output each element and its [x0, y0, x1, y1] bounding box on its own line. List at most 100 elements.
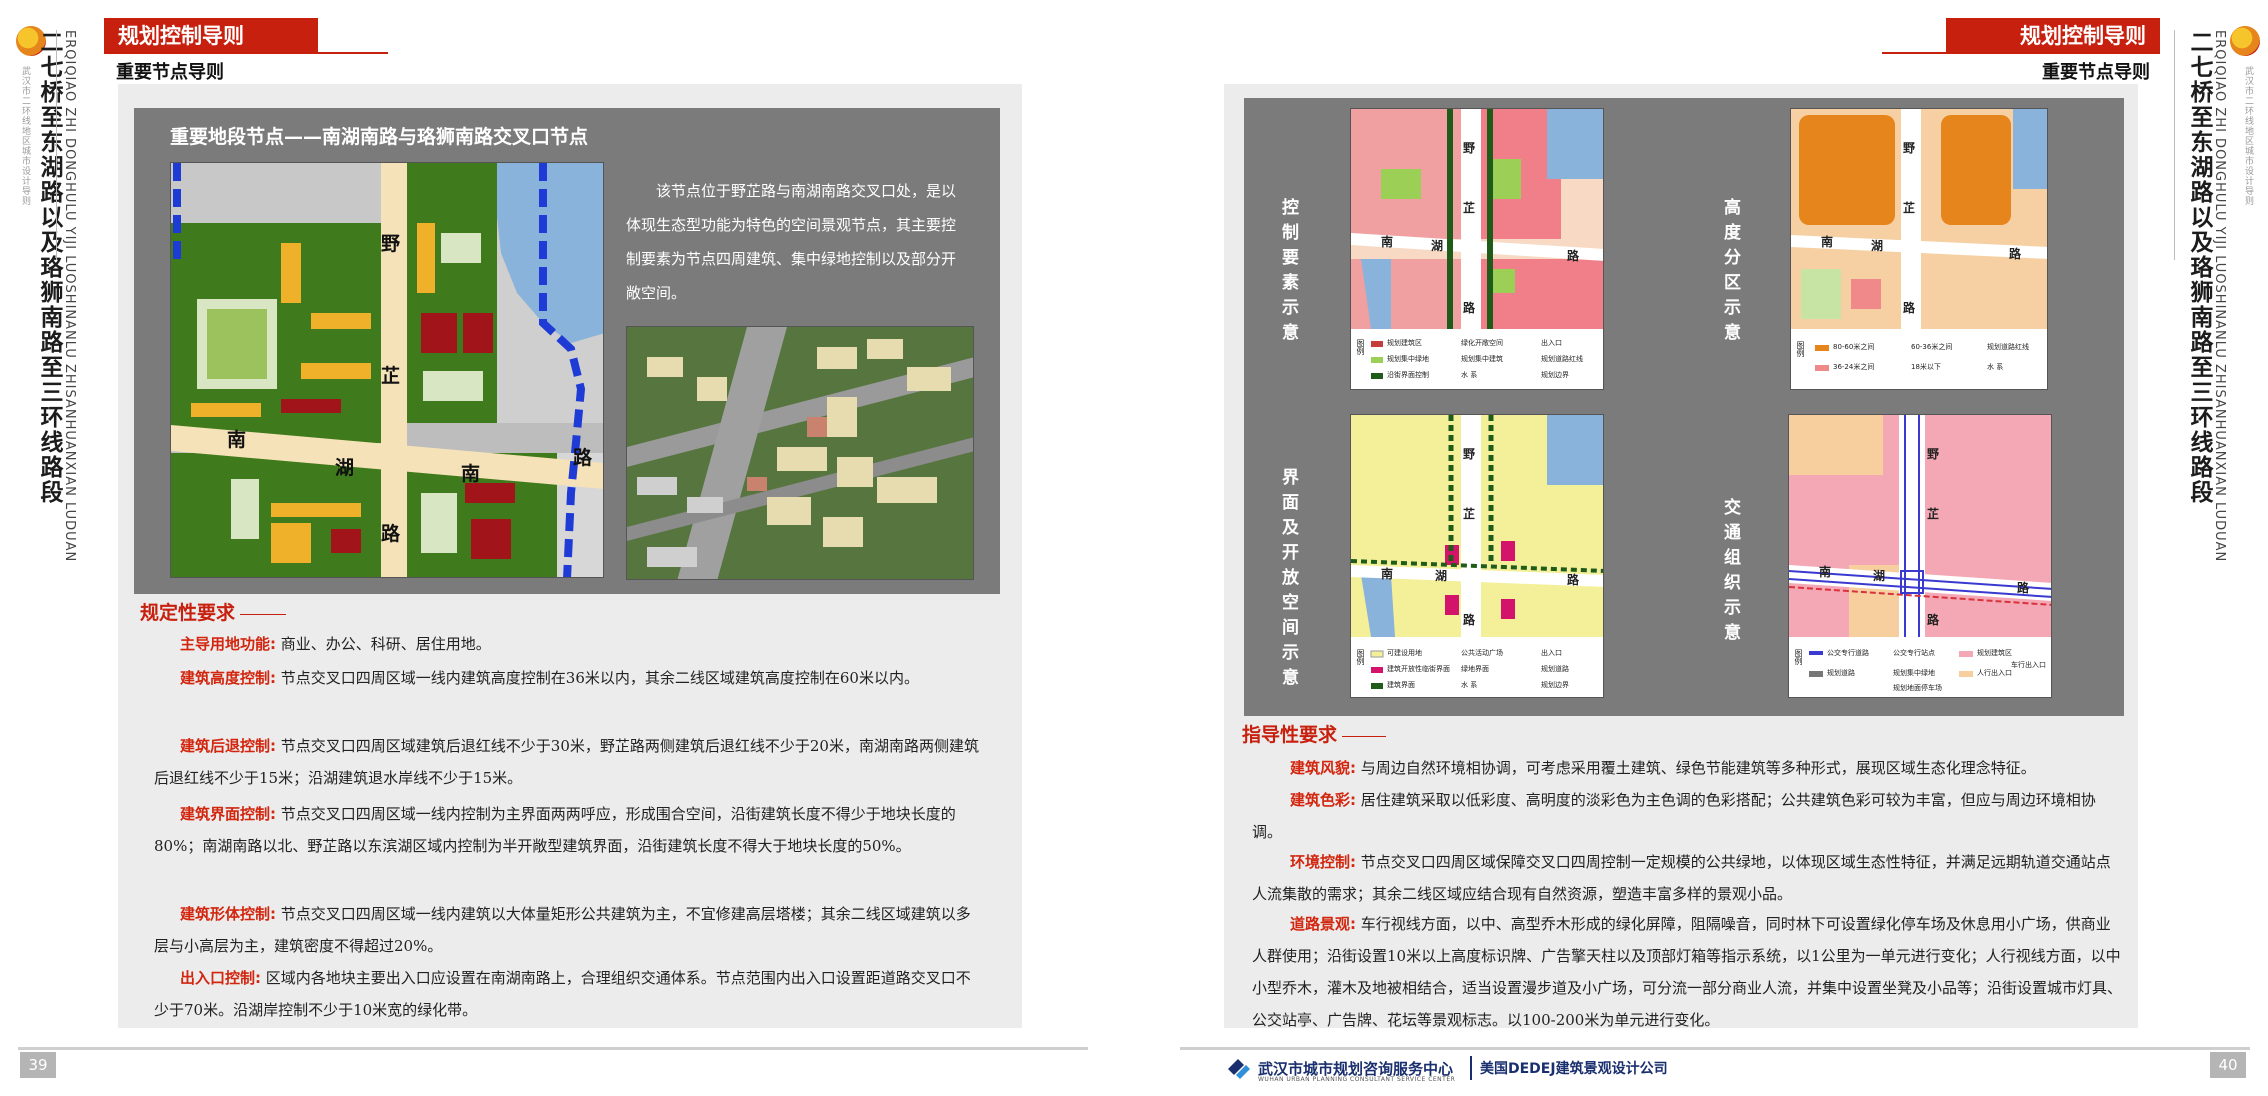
spine-english: ERQIQIAO ZHI DONGHULU YIJI LUOSHINANLU Z… — [2212, 30, 2227, 563]
diagram-label: 高度分区示意 — [1720, 198, 1740, 348]
legend-item: 规划道路红线 — [1541, 355, 1583, 363]
legend-item: 建筑界面 — [1387, 681, 1415, 689]
node-panel: 重要地段节点——南湖南路与珞狮南路交叉口节点 野 芷 路 南 湖 南 路 该节点… — [134, 108, 1000, 594]
header-bar: 规划控制导则 — [1946, 18, 2160, 54]
map-road-lu1: 路 — [381, 523, 401, 545]
section-underline — [1342, 736, 1386, 737]
map-road-zhi: 芷 — [381, 365, 401, 387]
req-text: 节点交叉口四周区域一线内建筑以大体量矩形公共建筑为主，不宜修建高层塔楼；其余二线… — [154, 905, 971, 955]
map-road-label: 芷 — [1927, 507, 1940, 521]
page-number: 40 — [2210, 1052, 2246, 1078]
map-road-label: 湖 — [1431, 239, 1444, 253]
legend-item: 规划道路 — [1541, 665, 1569, 673]
node-description: 该节点位于野芷路与南湖南路交叉口处，是以体现生态型功能为特色的空间景观节点，其主… — [626, 182, 957, 302]
map-road-hu: 湖 — [335, 457, 355, 479]
legend-item: 规划道路 — [1827, 669, 1855, 677]
req-text: 节点交叉口四周区域一线内建筑高度控制在36米以内，其余二线区域建筑高度控制在60… — [280, 669, 919, 687]
footer-org-primary-en: WUHAN URBAN PLANNING CONSULTANT SERVICE … — [1258, 1076, 1456, 1083]
footer-separator — [1470, 1056, 1472, 1080]
legend-item: 可建设用地 — [1387, 649, 1422, 657]
diagram-control-elements: 图例 规划建筑区 绿化开敞空间 出入口 规划集中绿地 规划集中建筑 规划道路红线… — [1350, 108, 1604, 390]
map-road-label: 芷 — [1463, 507, 1476, 521]
map-road-label: 湖 — [1873, 569, 1886, 583]
legend-item: 规划集中建筑 — [1461, 355, 1503, 363]
legend-item: 沿街界面控制 — [1387, 371, 1429, 379]
map-road-label: 湖 — [1871, 239, 1884, 253]
req-label: 建筑后退控制: — [180, 737, 276, 755]
req-label: 建筑风貌: — [1290, 759, 1356, 777]
diagram-traffic-organization: 图例 公交专行道路 公交专行站点 规划建筑区 车行出入口 规划道路 规划集中绿地… — [1788, 414, 2052, 698]
map-road-label: 南 — [1381, 235, 1394, 249]
req-label: 建筑高度控制: — [180, 669, 276, 687]
legend-item: 18米以下 — [1911, 363, 1941, 371]
map-road-label: 野 — [1927, 447, 1940, 461]
map-road-label: 野 — [1463, 141, 1476, 155]
req-label: 建筑色彩: — [1290, 791, 1356, 809]
legend-item: 80-60米之间 — [1833, 343, 1875, 351]
req-label: 主导用地功能: — [180, 635, 276, 653]
req-access: 出入口控制: 区域内各地块主要出入口应设置在南湖南路上，合理组织交通体系。节点范… — [154, 962, 982, 1026]
footer-rule — [1180, 1047, 2250, 1050]
req-text: 节点交叉口四周区域建筑后退红线不少于30米，野芷路两侧建筑后退红线不少于20米，… — [154, 737, 979, 787]
req-text: 商业、办公、科研、居住用地。 — [280, 635, 491, 653]
diagram-height-zones: 图例 80-60米之间 60-36米之间 规划道路红线 36-24米之间 18米… — [1790, 108, 2048, 390]
legend-item: 规划集中绿地 — [1893, 669, 1935, 677]
map-road-label: 路 — [1927, 613, 1940, 627]
spine-divider — [56, 30, 57, 260]
legend-item: 规划地面停车场 — [1893, 684, 1942, 692]
aerial-render-svg — [627, 327, 973, 579]
diagram-legend-title: 图例 — [1796, 341, 1805, 357]
guide-style: 建筑风貌: 与周边自然环境相协调，可考虑采用覆土建筑、绿色节能建筑等多种形式，展… — [1252, 752, 2124, 784]
map-road-nan1: 南 — [227, 429, 247, 451]
header-line — [318, 52, 388, 54]
right-spine: 二七桥至东湖路以及珞狮南路至三环线路段 ERQIQIAO ZHI DONGHUL… — [2184, 26, 2260, 586]
map-road-label: 路 — [1567, 249, 1580, 263]
spine-english: ERQIQIAO ZHI DONGHULU YIJI LUOSHINANLU Z… — [62, 30, 77, 563]
legend-item: 人行出入口 — [1977, 669, 2012, 677]
header-subtitle: 重要节点导则 — [2042, 62, 2150, 83]
req-label: 建筑界面控制: — [180, 805, 276, 823]
req-height: 建筑高度控制: 节点交叉口四周区域一线内建筑高度控制在36米以内，其余二线区域建… — [154, 662, 982, 694]
req-form: 建筑形体控制: 节点交叉口四周区域一线内建筑以大体量矩形公共建筑为主，不宜修建高… — [154, 898, 982, 962]
section-underline — [240, 614, 286, 615]
req-label: 出入口控制: — [180, 969, 261, 987]
footer-org-secondary: 美国DEDEJ建筑景观设计公司 — [1480, 1061, 1668, 1077]
legend-item: 建筑开放性临街界面 — [1387, 665, 1450, 673]
legend-item: 水 系 — [1461, 371, 1478, 379]
map-road-ye: 野 — [381, 233, 401, 255]
legend-item: 公交专行站点 — [1893, 649, 1935, 657]
map-road-label: 芷 — [1463, 201, 1476, 215]
diagram-interface-open-space: 图例 可建设用地 公共活动广场 出入口 建筑开放性临街界面 绿地界面 规划道路 … — [1350, 414, 1604, 698]
legend-item: 规划建筑区 — [1977, 649, 2012, 657]
logo-icon — [2230, 26, 2260, 56]
map-road-label: 路 — [1567, 573, 1580, 587]
header-bar: 规划控制导则 — [104, 18, 318, 54]
right-page: 规划控制导则 重要节点导则 二七桥至东湖路以及珞狮南路至三环线路段 ERQIQI… — [1134, 0, 2268, 1096]
section-title-guidance: 指导性要求 — [1242, 724, 1338, 746]
legend-item: 36-24米之间 — [1833, 363, 1875, 371]
diagram-label: 控制要素示意 — [1278, 198, 1298, 348]
req-interface: 建筑界面控制: 节点交叉口四周区域一线内控制为主界面两两呼应，形成围合空间，沿街… — [154, 798, 982, 862]
spine-small-text: 武汉市二环线地区城市设计导则 — [2243, 66, 2253, 206]
diagram-legend-title: 图例 — [1356, 339, 1365, 355]
legend-item: 规划边界 — [1541, 371, 1569, 379]
map-road-label: 南 — [1821, 235, 1834, 249]
spine-title: 二七桥至东湖路以及珞狮南路至三环线路段 — [36, 30, 62, 505]
header-subtitle: 重要节点导则 — [116, 62, 224, 83]
map-road-label: 野 — [1463, 447, 1476, 461]
left-spine: 武汉市二环线地区城市设计导则 二七桥至东湖路以及珞狮南路至三环线路段 ERQIQ… — [14, 26, 84, 586]
req-text: 与周边自然环境相协调，可考虑采用覆土建筑、绿色节能建筑等多种形式，展现区域生态化… — [1360, 759, 2036, 777]
node-plan-map: 野 芷 路 南 湖 南 路 — [170, 162, 604, 578]
legend-item: 出入口 — [1541, 339, 1562, 347]
req-text: 区域内各地块主要出入口应设置在南湖南路上，合理组织交通体系。节点范围内出入口设置… — [154, 969, 971, 1019]
diagram-label: 界面及开放空间示意 — [1278, 468, 1298, 693]
legend-item: 水 系 — [1987, 363, 2004, 371]
req-label: 道路景观: — [1290, 915, 1356, 933]
legend-item: 规划边界 — [1541, 681, 1569, 689]
map-road-lu3: 路 — [573, 447, 593, 469]
legend-item: 60-36米之间 — [1911, 343, 1953, 351]
diagrams-panel: 控制要素示意 图例 规划建筑区 绿化开敞空间 出入口 规划集中绿地 规划集中建筑… — [1244, 98, 2124, 716]
map-road-label: 湖 — [1435, 569, 1448, 583]
map-road-label: 南 — [1819, 565, 1832, 579]
req-text: 居住建筑采取以低彩度、高明度的淡彩色为主色调的色彩搭配；公共建筑色彩可较为丰富，… — [1252, 791, 2096, 841]
